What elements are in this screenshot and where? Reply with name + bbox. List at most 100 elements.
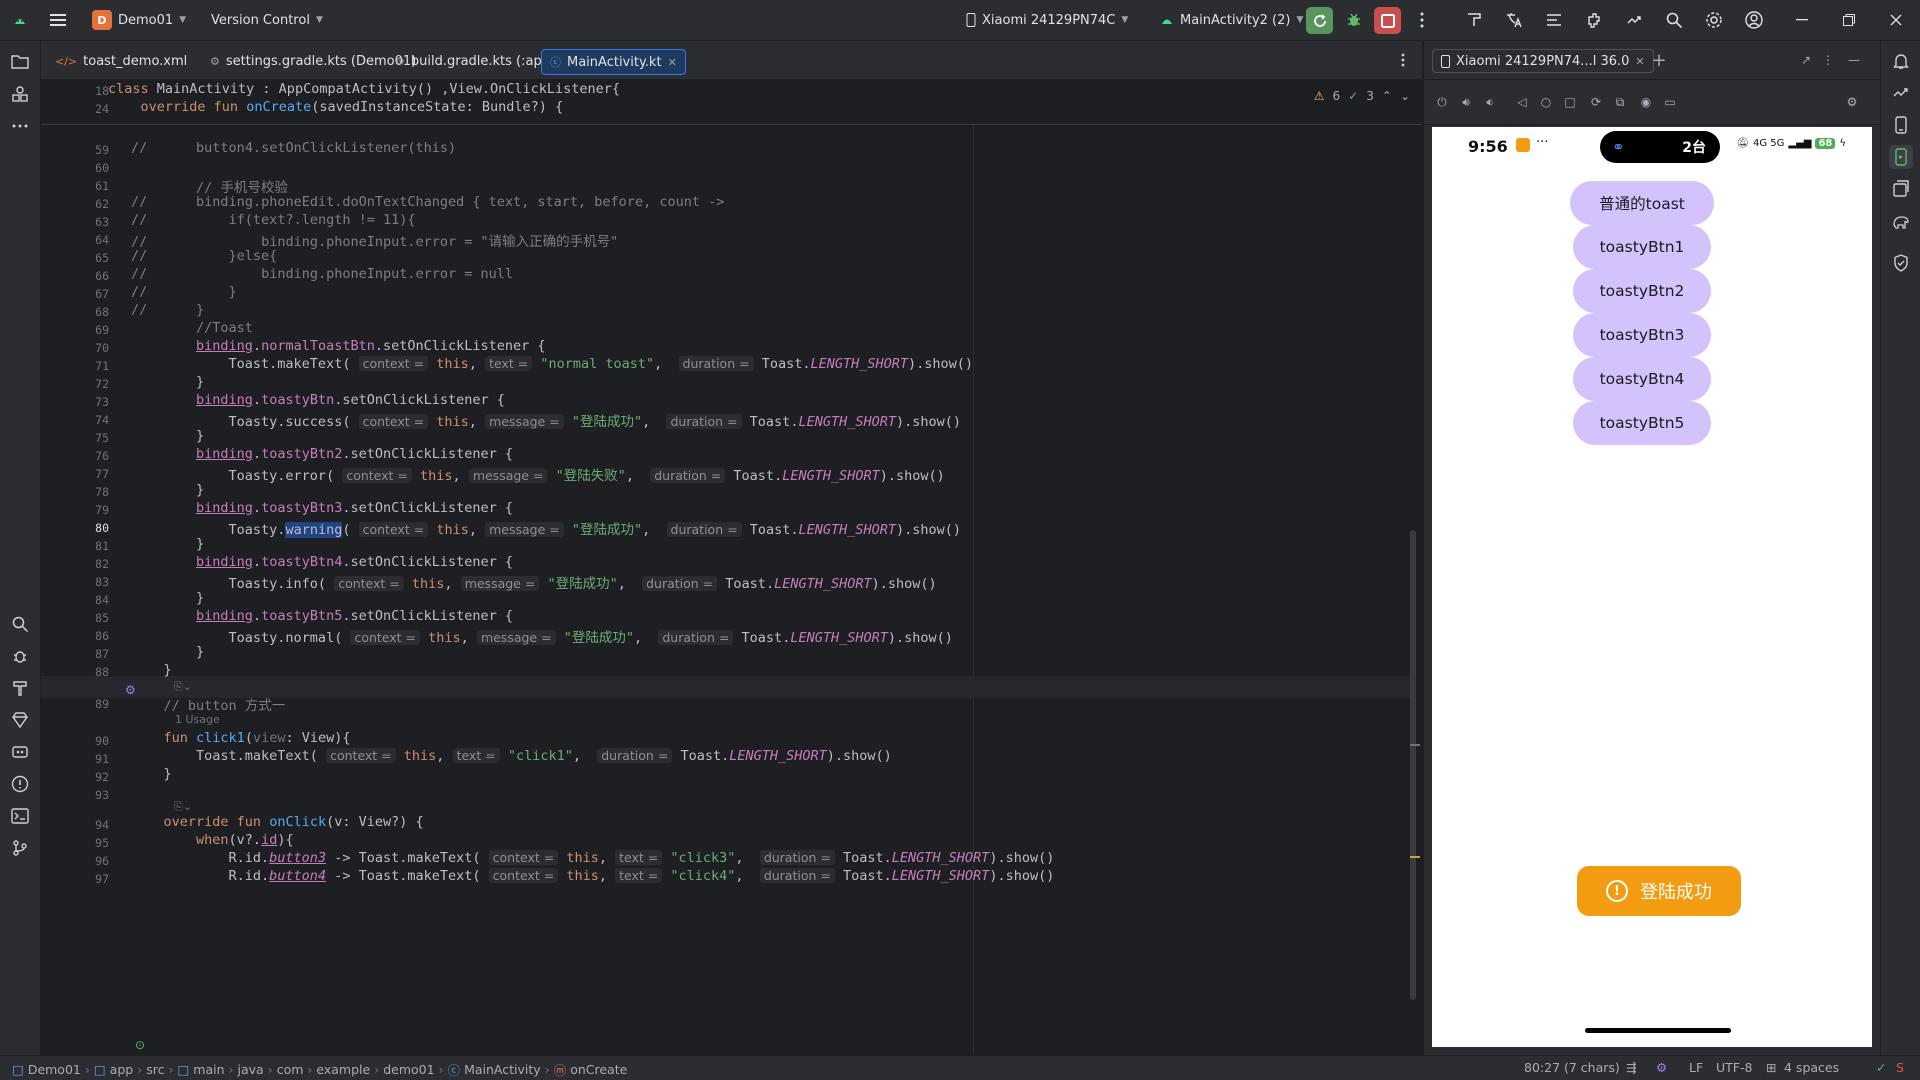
phone-screen[interactable]: 9:56 ··· ⚭ 2台 🔕︎ 4G 5G ▂▄▆ 68 ϟ 普通的toast… xyxy=(1432,127,1872,1047)
device-settings-icon[interactable]: ⚙ xyxy=(1842,92,1862,112)
tray-app-icon-2[interactable]: S xyxy=(1896,1060,1904,1075)
tab-toast-demo-xml[interactable]: </> toast_demo.xml xyxy=(47,49,195,73)
breadcrumb-item[interactable]: Demo01 xyxy=(28,1062,81,1077)
device-explorer-icon[interactable] xyxy=(1889,177,1913,201)
layout-inspector-icon[interactable] xyxy=(1462,8,1486,32)
breadcrumb-item[interactable]: example xyxy=(316,1062,370,1077)
project-selector[interactable]: D Demo01 ▼ xyxy=(92,0,186,40)
resource-manager-icon[interactable] xyxy=(8,82,32,106)
cursor-position[interactable]: 80:27 (7 chars) xyxy=(1524,1060,1620,1075)
breadcrumb-item[interactable]: demo01 xyxy=(383,1062,434,1077)
restore-icon[interactable] xyxy=(1837,8,1861,32)
tray-app-icon[interactable]: ✓ xyxy=(1876,1060,1886,1075)
volume-down-icon[interactable]: 🔉︎ xyxy=(1480,92,1500,112)
tab-mainactivity-kt[interactable]: ⓒ MainActivity.kt ✕ xyxy=(541,49,686,75)
profiler-gem-icon[interactable] xyxy=(8,708,32,732)
device-tab[interactable]: Xiaomi 24129PN74...l 36.0 ✕ xyxy=(1432,49,1654,73)
normal-toast-button[interactable]: 普通的toast xyxy=(1570,181,1714,225)
breadcrumb-item[interactable]: MainActivity xyxy=(464,1062,541,1077)
code-editor[interactable]: 59 60 61 62 63 64 65 66 67 68 69 70 71 7… xyxy=(41,80,1422,1054)
volume-up-icon[interactable]: 🔊︎ xyxy=(1456,92,1476,112)
more-actions-icon[interactable] xyxy=(1410,8,1434,32)
next-highlight-icon[interactable]: ⌄ xyxy=(1400,89,1410,103)
breadcrumb-item[interactable]: main xyxy=(193,1062,224,1077)
chevron-down-icon: ▼ xyxy=(315,15,323,25)
stop-button[interactable] xyxy=(1374,7,1401,34)
structure-icon[interactable] xyxy=(1542,8,1566,32)
more-tools-icon[interactable] xyxy=(8,114,32,138)
running-devices-icon[interactable] xyxy=(1889,145,1913,169)
plugin-icon[interactable] xyxy=(1582,8,1606,32)
app-inspection-icon[interactable] xyxy=(8,740,32,764)
ai-assistant-icon[interactable]: ⚙ xyxy=(1656,1060,1667,1075)
line-number: 83 xyxy=(95,575,109,589)
minimize-icon[interactable] xyxy=(1790,8,1814,32)
project-folder-icon[interactable] xyxy=(8,50,32,74)
record-icon[interactable]: ▭ xyxy=(1660,92,1680,112)
overview-icon[interactable]: □ xyxy=(1560,92,1580,112)
debug-tool-icon[interactable] xyxy=(8,644,32,668)
close-tab-icon[interactable]: ✕ xyxy=(1635,55,1644,68)
device-manager-icon[interactable] xyxy=(1889,113,1913,137)
notifications-bell-icon[interactable] xyxy=(1889,49,1913,73)
line-wrap-icon[interactable]: ⇶ xyxy=(1626,1060,1636,1075)
previous-highlight-icon[interactable]: ⌃ xyxy=(1382,89,1392,103)
git-branch-icon[interactable] xyxy=(8,836,32,860)
toasty-btn3-button[interactable]: toastyBtn3 xyxy=(1573,313,1711,357)
close-tab-icon[interactable]: ✕ xyxy=(668,56,677,69)
open-external-icon[interactable]: ↗ xyxy=(1796,50,1816,70)
add-device-icon[interactable]: + xyxy=(1649,50,1669,71)
terminal-icon[interactable] xyxy=(8,804,32,828)
line-number: 62 xyxy=(95,197,109,211)
breadcrumb-item[interactable]: app xyxy=(110,1062,134,1077)
editor-scrollbar[interactable] xyxy=(1410,530,1416,1000)
toasty-btn5-button[interactable]: toastyBtn5 xyxy=(1573,401,1711,445)
power-icon[interactable]: ⏻ xyxy=(1432,92,1452,112)
breadcrumb-item[interactable]: src xyxy=(146,1062,164,1077)
settings-gear-icon[interactable] xyxy=(1702,8,1726,32)
breadcrumb-item[interactable]: java xyxy=(238,1062,264,1077)
toasty-btn4-button[interactable]: toastyBtn4 xyxy=(1573,357,1711,401)
translate-icon[interactable] xyxy=(1502,8,1526,32)
line-separator[interactable]: LF xyxy=(1689,1060,1703,1075)
file-encoding[interactable]: UTF-8 xyxy=(1716,1060,1752,1075)
breadcrumb-item[interactable]: com xyxy=(277,1062,304,1077)
main-menu-icon[interactable] xyxy=(46,8,70,32)
account-icon[interactable] xyxy=(1742,8,1766,32)
back-icon[interactable]: ◁ xyxy=(1512,92,1532,112)
search-icon[interactable] xyxy=(1662,8,1686,32)
rerun-button[interactable] xyxy=(1306,7,1333,34)
home-icon[interactable]: ○ xyxy=(1536,92,1556,112)
usage-hint[interactable]: 1 Usage xyxy=(175,713,220,726)
gemini-icon[interactable] xyxy=(1889,81,1913,105)
find-icon[interactable] xyxy=(8,612,32,636)
breadcrumb-item[interactable]: onCreate xyxy=(570,1062,627,1077)
gesture-bar[interactable] xyxy=(1585,1028,1731,1033)
mirror-icon[interactable]: ⧉ xyxy=(1610,92,1630,112)
line-number: 92 xyxy=(95,770,109,784)
hide-panel-icon[interactable]: — xyxy=(1844,50,1864,70)
vcs-menu[interactable]: Version Control ▼ xyxy=(211,0,323,40)
fold-marker-icon[interactable]: ⎘⌄ xyxy=(174,800,192,814)
run-config-selector[interactable]: MainActivity2 (2) ▼ xyxy=(1160,0,1303,40)
security-shield-icon[interactable] xyxy=(1889,251,1913,275)
fold-marker-icon[interactable]: ⎘⌄ xyxy=(174,680,192,694)
indent-setting[interactable]: 4 spaces xyxy=(1784,1060,1839,1075)
panel-options-icon[interactable]: ⋮ xyxy=(1818,50,1838,70)
camera-icon[interactable]: ◉ xyxy=(1636,92,1656,112)
tab-build-gradle[interactable]: ⚙ build.gradle.kts (:app) xyxy=(387,49,563,73)
sync-icon[interactable] xyxy=(1622,8,1646,32)
rotate-icon[interactable]: ⟳ xyxy=(1586,92,1606,112)
problems-icon[interactable] xyxy=(8,772,32,796)
sticky-scope-header[interactable]: 18 24 class MainActivity : AppCompatActi… xyxy=(41,80,1422,125)
override-marker-icon[interactable]: ⊙ xyxy=(135,1038,145,1052)
debug-icon[interactable] xyxy=(1342,8,1366,32)
close-icon[interactable] xyxy=(1884,8,1908,32)
build-hammer-icon[interactable] xyxy=(8,676,32,700)
toasty-btn2-button[interactable]: toastyBtn2 xyxy=(1573,269,1711,313)
tab-options-icon[interactable] xyxy=(1391,48,1415,72)
inspection-widget[interactable]: ⚠ 6 ✓ 3 ⌃ ⌄ xyxy=(1314,86,1410,106)
device-selector[interactable]: Xiaomi 24129PN74C ▼ xyxy=(966,0,1128,40)
toasty-btn1-button[interactable]: toastyBtn1 xyxy=(1573,225,1711,269)
gradle-elephant-icon[interactable] xyxy=(1889,209,1913,233)
